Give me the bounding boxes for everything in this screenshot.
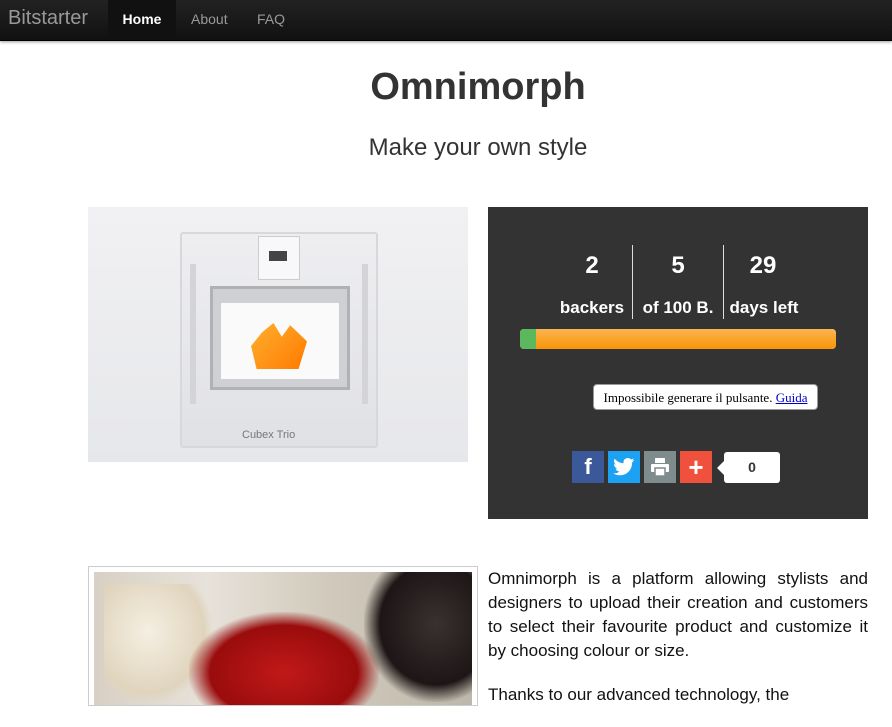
print-icon — [651, 458, 669, 476]
funded-label: of 100 B. — [642, 298, 714, 317]
funding-progress-bar — [520, 329, 836, 349]
printer-chamber — [210, 286, 350, 390]
funding-stats-panel: 2 5 29 backers of 100 B. days left Impos… — [488, 207, 868, 519]
facebook-share-button[interactable]: f — [572, 451, 604, 483]
backers-label: backers — [559, 298, 625, 317]
nav-about[interactable]: About — [191, 0, 228, 40]
stat-divider — [632, 245, 633, 319]
share-error-text: Impossibile generare il pulsante. — [603, 390, 773, 405]
project-description: Omnimorph is a platform allowing stylist… — [488, 567, 868, 727]
printer-photo: Cubex Trio — [88, 207, 468, 462]
red-shoe — [189, 612, 379, 705]
progress-remaining-segment — [536, 329, 836, 349]
nav-home[interactable]: Home — [108, 0, 176, 40]
share-error-message: Impossibile generare il pulsante. Guida — [593, 384, 818, 410]
black-shoe — [364, 572, 472, 702]
progress-funded-segment — [520, 329, 536, 349]
printer-brand-label: Cubex Trio — [242, 429, 296, 441]
brand-logo[interactable]: Bitstarter — [8, 7, 88, 30]
days-left-count: 29 — [749, 252, 777, 279]
more-share-button[interactable]: + — [680, 451, 712, 483]
facebook-icon: f — [584, 454, 592, 479]
share-counter: 0 — [717, 452, 780, 483]
printed-object — [251, 323, 307, 369]
description-paragraph: Thanks to our advanced technology, the — [488, 685, 790, 704]
shoes-photo-image — [94, 572, 472, 705]
printer-display — [258, 236, 300, 280]
twitter-icon — [613, 458, 635, 476]
printer-illustration: Cubex Trio — [180, 232, 378, 448]
plus-icon: + — [688, 451, 704, 482]
days-left-label: days left — [729, 298, 799, 317]
printer-rail-right — [362, 264, 368, 404]
top-navbar: Bitstarter Home About FAQ — [0, 0, 892, 41]
funded-amount: 5 — [671, 252, 685, 279]
nav-faq[interactable]: FAQ — [257, 0, 285, 40]
twitter-share-button[interactable] — [608, 451, 640, 483]
shoes-photo — [88, 566, 478, 706]
help-link[interactable]: Guida — [776, 390, 808, 405]
page-title: Omnimorph — [370, 66, 586, 108]
printer-rail-left — [190, 264, 196, 404]
printer-bed — [221, 303, 339, 379]
stat-divider — [723, 245, 724, 319]
description-paragraph: Omnimorph is a platform allowing stylist… — [488, 569, 868, 660]
print-share-button[interactable] — [644, 451, 676, 483]
backers-count: 2 — [585, 252, 599, 279]
page-subtitle: Make your own style — [368, 134, 588, 161]
